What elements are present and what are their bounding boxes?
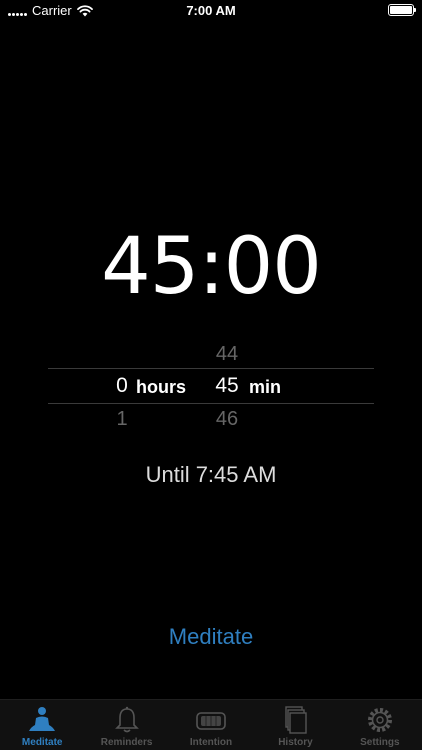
hours-label: hours — [136, 377, 187, 397]
tab-intention[interactable]: Intention — [169, 700, 253, 750]
tab-label: Reminders — [100, 737, 153, 748]
tab-label: History — [278, 737, 313, 748]
status-bar: Carrier 7:00 AM — [0, 0, 422, 22]
gear-icon — [367, 708, 392, 732]
bell-icon — [114, 706, 139, 733]
tab-meditate[interactable]: Meditate — [0, 700, 84, 750]
status-time: 7:00 AM — [186, 3, 236, 18]
tab-settings[interactable]: Settings — [338, 700, 422, 750]
tab-label: Settings — [360, 737, 400, 748]
minutes-wheel-above[interactable]: 44 — [207, 343, 247, 366]
tab-label: Intention — [189, 737, 233, 748]
duration-picker[interactable]: 0 1 hours 44 45 46 min — [0, 330, 422, 442]
tab-label: Meditate — [21, 737, 63, 748]
meditate-button[interactable]: Meditate — [0, 624, 422, 650]
minutes-wheel-selected[interactable]: 45 — [207, 374, 247, 398]
battery-icon — [388, 4, 416, 16]
end-time-text: Until 7:45 AM — [145, 462, 277, 487]
intention-icon — [196, 712, 226, 730]
tab-reminders[interactable]: Reminders — [84, 700, 168, 750]
minutes-wheel-below[interactable]: 46 — [207, 408, 247, 431]
picker-selection-line-bottom — [48, 403, 374, 404]
history-icon — [285, 706, 308, 734]
picker-selection-line-top — [48, 368, 374, 369]
tab-bar: Meditate Reminders Intention History Set… — [0, 699, 422, 750]
hours-wheel-below[interactable]: 1 — [102, 408, 142, 431]
timer-display: 45:00 — [101, 222, 322, 312]
tab-history[interactable]: History — [253, 700, 337, 750]
minutes-label: min — [249, 377, 282, 397]
meditator-icon — [29, 707, 56, 731]
